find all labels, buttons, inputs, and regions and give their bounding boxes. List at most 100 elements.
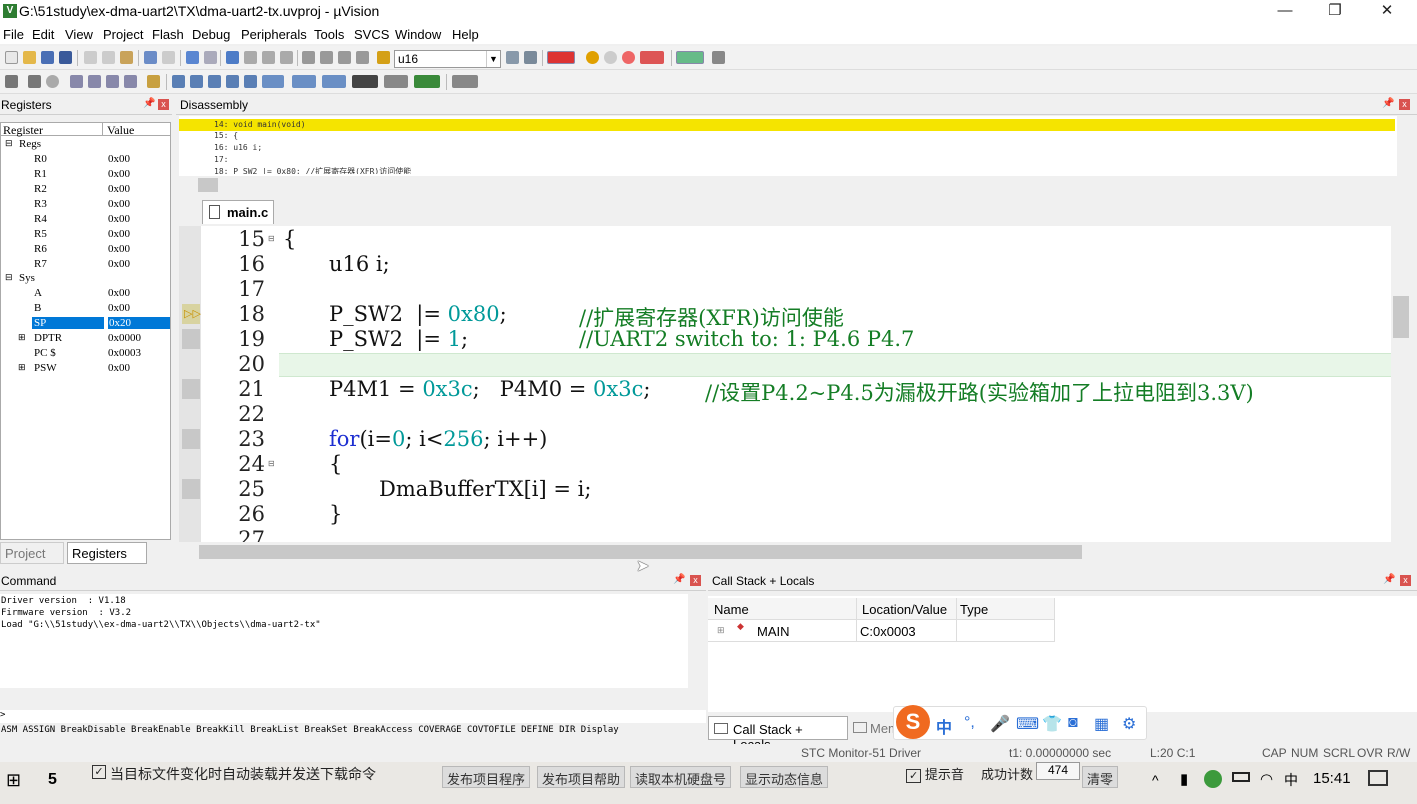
ime-punctuation-toggle[interactable]: °, [964, 714, 975, 732]
close-button[interactable]: ✕ [1364, 0, 1410, 24]
trace-window-icon[interactable] [384, 75, 408, 88]
disassembly-view[interactable]: 14: void main(void) 15: { 16: u16 i; 17:… [179, 116, 1397, 176]
column-value[interactable]: Value [107, 123, 134, 138]
beep-checkbox[interactable]: ✓ 提示音 [906, 764, 964, 783]
security-icon[interactable] [1204, 770, 1222, 788]
disassembly-vscroll[interactable] [1397, 116, 1417, 176]
windows-start-icon[interactable]: ⊞ [6, 771, 26, 791]
kill-breakpoints-icon[interactable] [640, 51, 664, 64]
register-row[interactable]: R0 0x00 [1, 152, 171, 167]
pin-icon[interactable]: 📌 [143, 98, 155, 109]
command-input[interactable]: > [0, 710, 706, 723]
publish-program-button[interactable]: 发布项目程序 [442, 766, 531, 788]
command-window-icon[interactable] [172, 75, 185, 88]
menu-debug[interactable]: Debug [192, 27, 230, 42]
new-file-icon[interactable] [5, 51, 18, 64]
menu-peripherals[interactable]: Peripherals [241, 27, 307, 42]
disassembly-hscroll[interactable] [179, 176, 1397, 194]
stop-icon[interactable] [46, 75, 59, 88]
checkbox-checked-icon[interactable]: ✓ [906, 769, 922, 783]
command-hscroll[interactable] [0, 688, 706, 708]
debug-session-icon[interactable] [547, 51, 575, 64]
skin-icon[interactable]: 👕 [1042, 714, 1062, 734]
tab-call-stack-locals[interactable]: Call Stack + Locals [708, 716, 848, 752]
insert-breakpoint-icon[interactable] [586, 51, 599, 64]
pin-icon[interactable]: 📌 [1382, 98, 1394, 109]
menu-tools[interactable]: Tools [314, 27, 344, 42]
column-location-value[interactable]: Location/Value [862, 602, 947, 617]
step-over-icon[interactable] [88, 75, 101, 88]
indent-icon[interactable] [302, 51, 315, 64]
register-row[interactable]: R5 0x00 [1, 227, 171, 242]
menu-view[interactable]: View [65, 27, 93, 42]
game-icon[interactable]: ◙ [1068, 714, 1078, 732]
settings-gear-icon[interactable]: ⚙ [1122, 714, 1136, 734]
microphone-icon[interactable]: 🎤 [990, 714, 1010, 734]
copy-icon[interactable] [102, 51, 115, 64]
register-group-sys[interactable]: ⊟ Sys [1, 271, 171, 286]
redo-icon[interactable] [162, 51, 175, 64]
disable-breakpoints-icon[interactable] [622, 51, 635, 64]
register-row[interactable]: ⊞ PSW 0x00 [1, 361, 171, 376]
read-disk-id-button[interactable]: 读取本机硬盘号 [630, 766, 732, 788]
window-layout-icon[interactable] [676, 51, 704, 64]
symbols-window-icon[interactable] [208, 75, 221, 88]
close-icon[interactable]: x [1399, 99, 1410, 110]
auto-download-checkbox[interactable]: ✓ 当目标文件变化时自动装载并发送下载命令 [92, 764, 432, 786]
tab-main-c[interactable]: main.c [202, 200, 274, 224]
configure-icon[interactable] [712, 51, 725, 64]
registers-window-icon[interactable] [226, 75, 239, 88]
cut-icon[interactable] [84, 51, 97, 64]
bookmark-icon[interactable] [226, 51, 239, 64]
analysis-window-icon[interactable] [352, 75, 378, 88]
incremental-find-icon[interactable] [524, 51, 537, 64]
table-row[interactable]: ⊞ ◆ MAIN C:0x0003 [708, 621, 1054, 642]
clear-bookmarks-icon[interactable] [280, 51, 293, 64]
system-viewer-icon[interactable] [414, 75, 440, 88]
notification-icon[interactable] [1368, 770, 1388, 786]
menu-help[interactable]: Help [452, 27, 479, 42]
register-row[interactable]: A 0x00 [1, 286, 171, 301]
watch-window-icon[interactable] [262, 75, 284, 88]
prev-bookmark-icon[interactable] [244, 51, 257, 64]
show-dynamic-info-button[interactable]: 显示动态信息 [740, 766, 829, 788]
memory-window-icon[interactable] [292, 75, 316, 88]
expand-icon[interactable]: ⊞ [18, 332, 26, 343]
pin-icon[interactable]: 📌 [1383, 574, 1395, 585]
step-into-icon[interactable] [70, 75, 83, 88]
menu-file[interactable]: File [3, 27, 24, 42]
menu-edit[interactable]: Edit [32, 27, 54, 42]
paste-icon[interactable] [120, 51, 133, 64]
expand-icon[interactable]: ⊞ [18, 362, 26, 373]
checkbox-checked-icon[interactable]: ✓ [92, 765, 106, 779]
ime-language-toggle[interactable]: 中 [936, 714, 952, 738]
find-icon[interactable] [506, 51, 519, 64]
toolbox-icon[interactable] [452, 75, 478, 88]
comment-icon[interactable] [338, 51, 351, 64]
open-file-icon[interactable] [23, 51, 36, 64]
tab-project[interactable]: Project [0, 542, 64, 564]
find-in-files-icon[interactable] [377, 51, 390, 64]
tab-registers[interactable]: Registers [67, 542, 147, 564]
maximize-button[interactable]: ❐ [1312, 0, 1358, 24]
next-bookmark-icon[interactable] [262, 51, 275, 64]
call-stack-window-icon[interactable] [244, 75, 257, 88]
register-row[interactable]: R2 0x00 [1, 182, 171, 197]
code-editor[interactable]: ▷▷ 15 16 17 18 19 20 21 22 23 24 25 26 2… [179, 226, 1391, 542]
fold-icon[interactable]: ⊟ [268, 459, 275, 468]
taskbar-clock[interactable]: 15:41 [1313, 770, 1351, 787]
clear-count-button[interactable]: 清零 [1082, 766, 1119, 788]
serial-window-icon[interactable] [322, 75, 346, 88]
show-next-statement-icon[interactable] [147, 75, 160, 88]
stc-isp-app-icon[interactable]: 5 [48, 771, 70, 791]
publish-help-button[interactable]: 发布项目帮助 [537, 766, 626, 788]
navigate-forward-icon[interactable] [204, 51, 217, 64]
register-group-regs[interactable]: ⊟ Regs [1, 137, 171, 152]
run-icon[interactable] [28, 75, 41, 88]
editor-vscroll[interactable] [1391, 226, 1417, 542]
undo-icon[interactable] [144, 51, 157, 64]
close-icon[interactable]: x [158, 99, 169, 110]
save-icon[interactable] [41, 51, 54, 64]
register-row[interactable]: R6 0x00 [1, 242, 171, 257]
menu-window[interactable]: Window [395, 27, 441, 42]
